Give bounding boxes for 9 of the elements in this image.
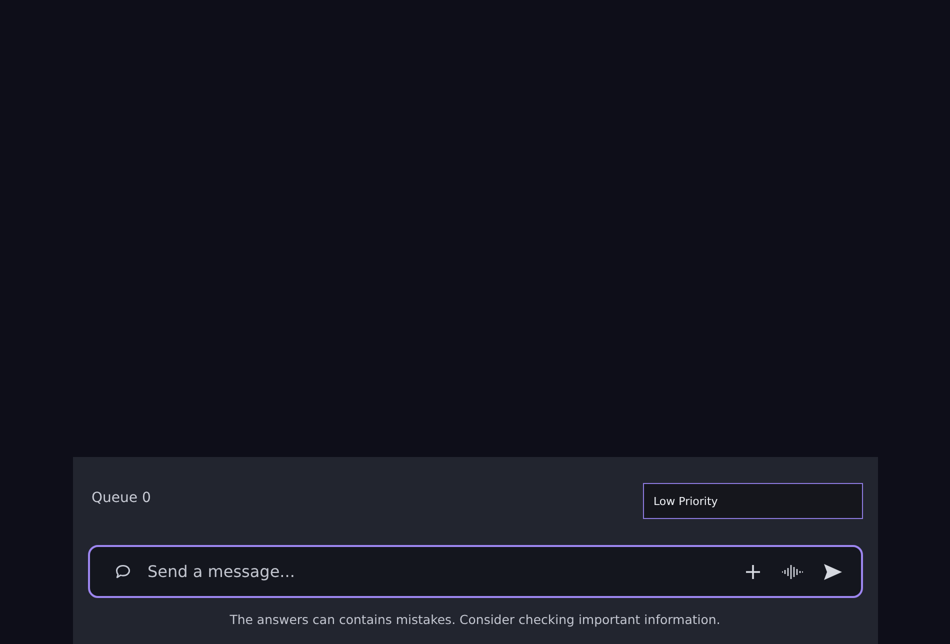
send-icon bbox=[822, 562, 842, 580]
message-composer[interactable]: Send a message... bbox=[88, 545, 862, 598]
disclaimer-text: The answers can contains mistakes. Consider checking important information. bbox=[228, 612, 722, 627]
waveform-icon bbox=[780, 564, 802, 580]
plus-icon bbox=[744, 564, 760, 580]
priority-dropdown[interactable]: Low Priority bbox=[642, 483, 862, 519]
queue-label: Queue 0 bbox=[92, 489, 151, 506]
message-field[interactable]: Send a message... bbox=[148, 562, 728, 581]
chat-bubble-icon bbox=[114, 562, 132, 580]
